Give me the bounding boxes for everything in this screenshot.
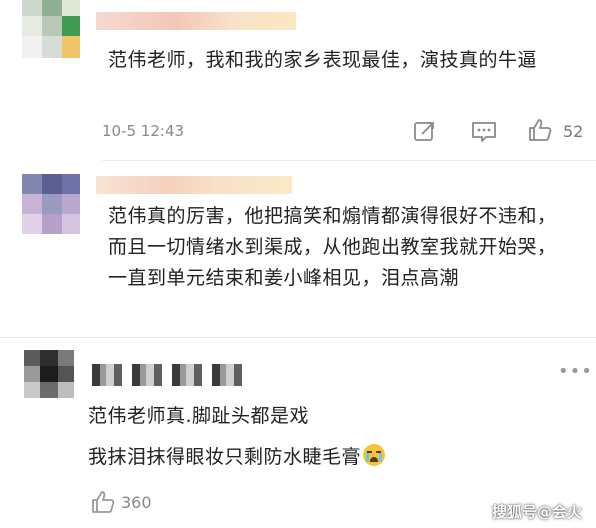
like-icon[interactable] bbox=[90, 489, 116, 515]
avatar[interactable] bbox=[24, 350, 74, 398]
share-icon[interactable] bbox=[413, 120, 437, 142]
comment-text: 范伟真的厉害，他把搞笑和煽情都演得很好不违和，而且一切情绪水到渠成，从他跑出教室… bbox=[108, 205, 557, 289]
username-blurred[interactable] bbox=[92, 364, 242, 386]
comment-text-line2: 我抹泪抹得眼妆只剩防水睫毛膏 bbox=[88, 442, 386, 473]
comment-text-line2-content: 我抹泪抹得眼妆只剩防水睫毛膏 bbox=[88, 446, 362, 468]
comment-icon[interactable] bbox=[471, 120, 497, 144]
more-icon[interactable]: ••• bbox=[558, 361, 593, 382]
comment-time: 10-5 12:43 bbox=[102, 122, 185, 140]
like-icon[interactable] bbox=[527, 117, 553, 143]
like-count: 360 bbox=[121, 493, 152, 512]
comment-text: 范伟老师，我和我的家乡表现最佳，演技真的牛逼 bbox=[108, 49, 538, 71]
crying-emoji bbox=[363, 444, 386, 466]
comment-text-line1: 范伟老师真.脚趾头都是戏 bbox=[88, 405, 310, 427]
avatar[interactable] bbox=[22, 0, 80, 58]
avatar[interactable] bbox=[22, 174, 80, 234]
like-count: 52 bbox=[563, 122, 584, 141]
divider bbox=[0, 337, 596, 338]
username-blurred[interactable] bbox=[96, 176, 292, 194]
divider bbox=[102, 160, 596, 161]
watermark: 搜狐号@会火 bbox=[491, 503, 582, 521]
username-blurred[interactable] bbox=[96, 12, 296, 30]
